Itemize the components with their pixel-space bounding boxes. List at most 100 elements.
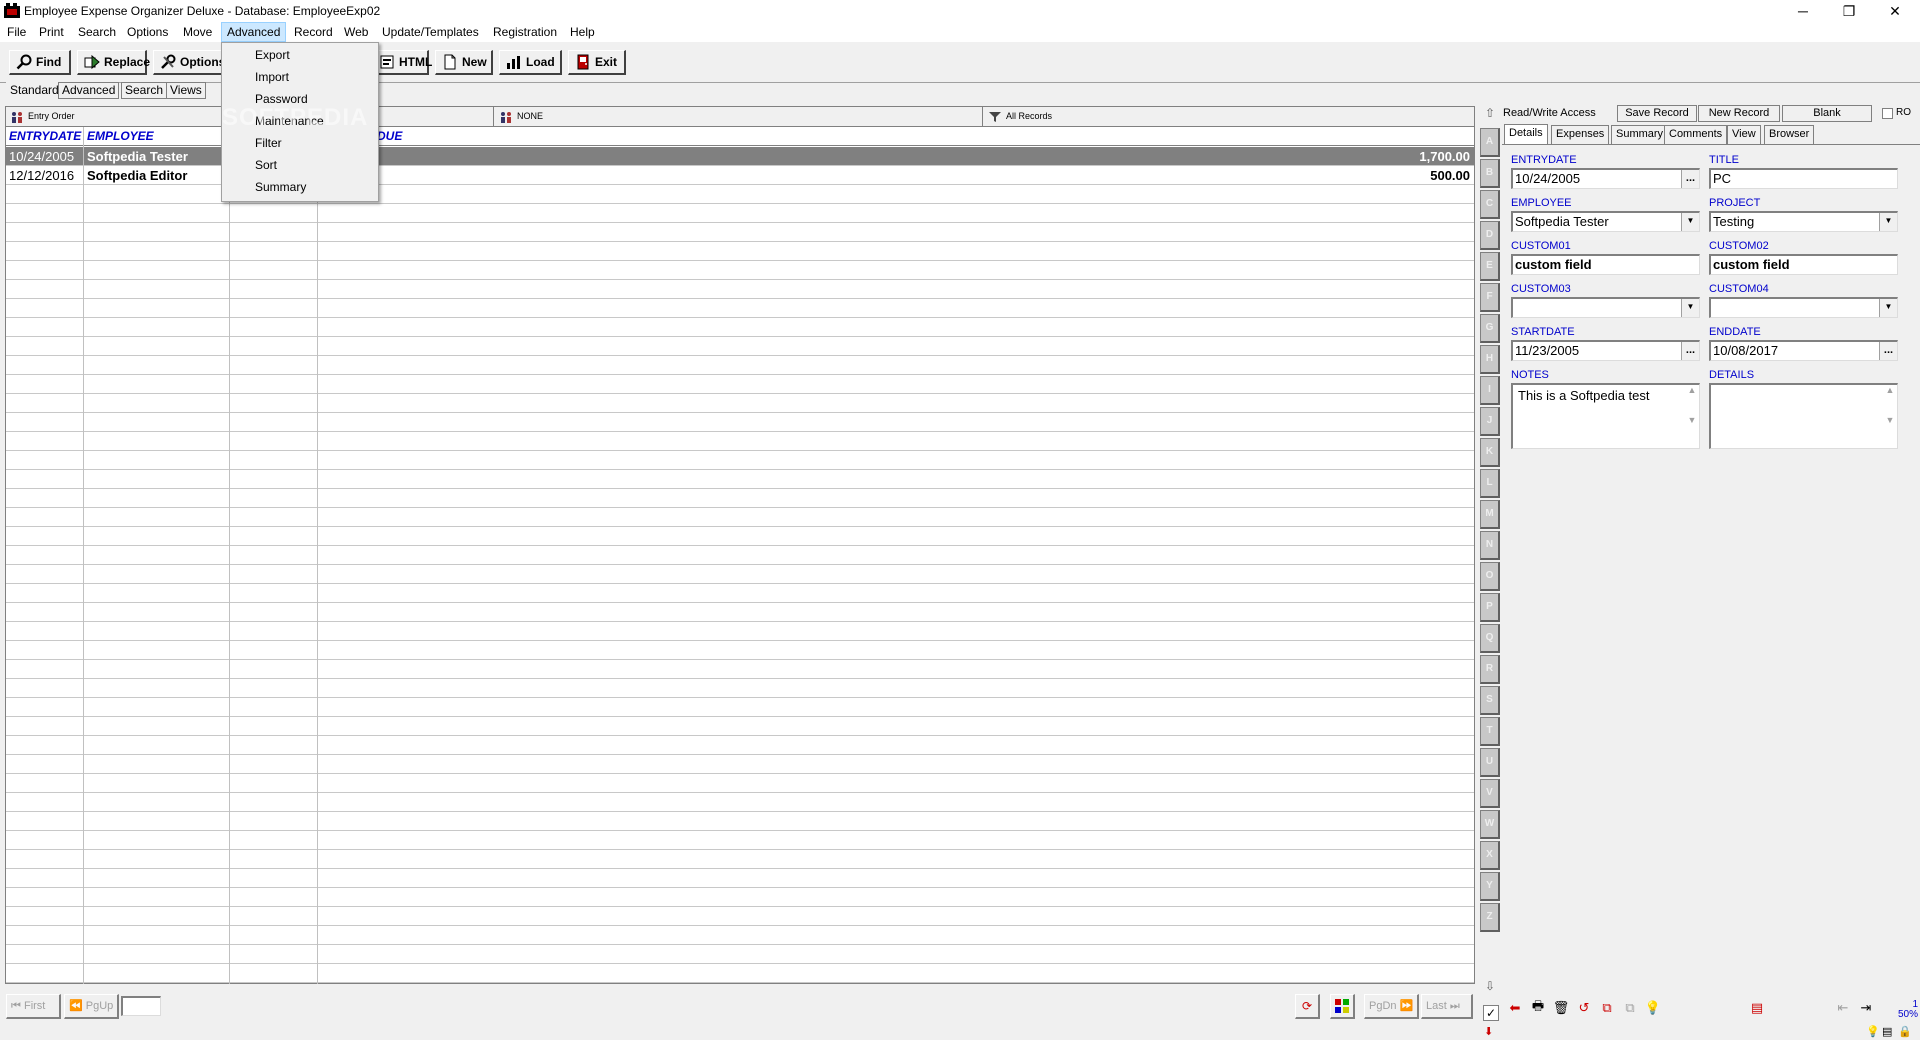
delete-icon[interactable]: 🗑	[1550, 997, 1572, 1019]
records-grid[interactable]: Entry Order NONE All Records ENTRYDATE E…	[5, 106, 1475, 984]
table-row-empty[interactable]	[6, 812, 1474, 831]
scroll-up-icon[interactable]: ⇧	[1480, 106, 1500, 126]
grid-colors-icon[interactable]	[1330, 994, 1355, 1019]
alphabet-button-o[interactable]: O	[1480, 562, 1500, 591]
table-row-empty[interactable]	[6, 888, 1474, 907]
table-row-empty[interactable]	[6, 926, 1474, 945]
custom02-field[interactable]: custom field	[1709, 254, 1898, 275]
details-textarea[interactable]: ▲ ▼	[1709, 383, 1898, 449]
table-row-empty[interactable]	[6, 698, 1474, 717]
alphabet-button-z[interactable]: Z	[1480, 903, 1500, 932]
table-row-empty[interactable]	[6, 204, 1474, 223]
mode-tab-standard[interactable]: Standard	[6, 82, 63, 99]
replace-button[interactable]: Replace	[77, 50, 150, 75]
copy-record-icon[interactable]: ⧉	[1596, 997, 1618, 1019]
table-row-empty[interactable]	[6, 736, 1474, 755]
table-row-empty[interactable]	[6, 584, 1474, 603]
menu-item-sort[interactable]: Sort	[222, 154, 378, 176]
alphabet-button-i[interactable]: I	[1480, 376, 1500, 405]
table-row-empty[interactable]	[6, 470, 1474, 489]
menu-search[interactable]: Search	[73, 22, 121, 42]
startdate-picker-button[interactable]: ...	[1681, 342, 1699, 360]
enddate-field[interactable]: 10/08/2017 ...	[1709, 340, 1898, 361]
column-header-employee[interactable]: EMPLOYEE	[84, 127, 154, 145]
options-button[interactable]: Options	[153, 50, 225, 75]
ro-checkbox[interactable]	[1882, 108, 1893, 119]
alphabet-button-h[interactable]: H	[1480, 345, 1500, 374]
first-button[interactable]: ⏮ First	[6, 994, 61, 1019]
alphabet-button-b[interactable]: B	[1480, 159, 1500, 188]
table-row-empty[interactable]	[6, 831, 1474, 850]
restore-button[interactable]: ❐	[1826, 0, 1872, 22]
alphabet-button-g[interactable]: G	[1480, 314, 1500, 343]
alphabet-button-s[interactable]: S	[1480, 686, 1500, 715]
alphabet-button-k[interactable]: K	[1480, 438, 1500, 467]
alphabet-button-j[interactable]: J	[1480, 407, 1500, 436]
group-selector[interactable]: NONE	[495, 107, 983, 126]
table-row-empty[interactable]	[6, 660, 1474, 679]
menu-web[interactable]: Web	[339, 22, 373, 42]
mode-tab-views[interactable]: Views	[166, 82, 206, 99]
menu-advanced[interactable]: Advanced	[221, 22, 287, 42]
alphabet-button-f[interactable]: F	[1480, 283, 1500, 312]
chevron-down-icon[interactable]: ▼	[1879, 213, 1897, 231]
find-button[interactable]: Find	[9, 50, 71, 75]
table-row-empty[interactable]	[6, 261, 1474, 280]
alphabet-button-x[interactable]: X	[1480, 841, 1500, 870]
save-record-button[interactable]: Save Record	[1617, 105, 1697, 122]
table-row-empty[interactable]	[6, 679, 1474, 698]
alphabet-button-r[interactable]: R	[1480, 655, 1500, 684]
alphabet-button-q[interactable]: Q	[1480, 624, 1500, 653]
menu-item-summary[interactable]: Summary	[222, 176, 378, 198]
custom04-select[interactable]: ▼	[1709, 297, 1898, 318]
table-row-empty[interactable]	[6, 945, 1474, 964]
textarea-scrollbar[interactable]: ▲ ▼	[1685, 385, 1699, 448]
table-row-empty[interactable]	[6, 280, 1474, 299]
alphabet-button-m[interactable]: M	[1480, 500, 1500, 529]
menu-help[interactable]: Help	[565, 22, 600, 42]
tab-comments[interactable]: Comments	[1664, 125, 1728, 144]
custom01-field[interactable]: custom field	[1511, 254, 1700, 275]
table-row-empty[interactable]	[6, 565, 1474, 584]
custom03-select[interactable]: ▼	[1511, 297, 1700, 318]
alphabet-button-p[interactable]: P	[1480, 593, 1500, 622]
entrydate-field[interactable]: 10/24/2005 ...	[1511, 168, 1700, 189]
tab-view[interactable]: View	[1727, 125, 1761, 144]
startdate-field[interactable]: 11/23/2005 ...	[1511, 340, 1700, 361]
mode-tab-search[interactable]: Search	[121, 82, 168, 99]
report-icon[interactable]: ▤	[1746, 997, 1768, 1019]
table-row-empty[interactable]	[6, 964, 1474, 983]
pgdn-button[interactable]: PgDn ⏩	[1364, 994, 1419, 1019]
table-row-empty[interactable]	[6, 432, 1474, 451]
next-record-icon[interactable]: ⇥	[1855, 997, 1877, 1019]
html-button[interactable]: HTML	[372, 50, 432, 75]
back-arrow-icon[interactable]: ⬅	[1504, 997, 1526, 1019]
alphabet-button-t[interactable]: T	[1480, 717, 1500, 746]
table-row-empty[interactable]	[6, 546, 1474, 565]
alphabet-button-v[interactable]: V	[1480, 779, 1500, 808]
textarea-scrollbar[interactable]: ▲ ▼	[1883, 385, 1897, 448]
table-row-empty[interactable]	[6, 793, 1474, 812]
table-row-empty[interactable]	[6, 223, 1474, 242]
tab-browser[interactable]: Browser	[1764, 125, 1815, 144]
checkmark-icon[interactable]: ✓	[1483, 1005, 1499, 1021]
undo-icon[interactable]: ↺	[1573, 997, 1595, 1019]
print-icon[interactable]: 🖶	[1527, 997, 1549, 1019]
new-button[interactable]: New	[435, 50, 493, 75]
enddate-picker-button[interactable]: ...	[1879, 342, 1897, 360]
tab-details[interactable]: Details	[1504, 124, 1548, 145]
employee-select[interactable]: Softpedia Tester ▼	[1511, 211, 1700, 232]
table-row-empty[interactable]	[6, 869, 1474, 888]
alphabet-button-u[interactable]: U	[1480, 748, 1500, 777]
table-row-empty[interactable]	[6, 622, 1474, 641]
alphabet-button-w[interactable]: W	[1480, 810, 1500, 839]
table-row-empty[interactable]	[6, 394, 1474, 413]
chevron-down-icon[interactable]: ▼	[1879, 299, 1897, 317]
new-record-button[interactable]: New Record	[1698, 105, 1780, 122]
menu-item-import[interactable]: Import	[222, 66, 378, 88]
table-row-empty[interactable]	[6, 318, 1474, 337]
table-row-empty[interactable]	[6, 774, 1474, 793]
tab-summary[interactable]: Summary	[1611, 125, 1669, 144]
entrydate-picker-button[interactable]: ...	[1681, 170, 1699, 188]
project-select[interactable]: Testing ▼	[1709, 211, 1898, 232]
